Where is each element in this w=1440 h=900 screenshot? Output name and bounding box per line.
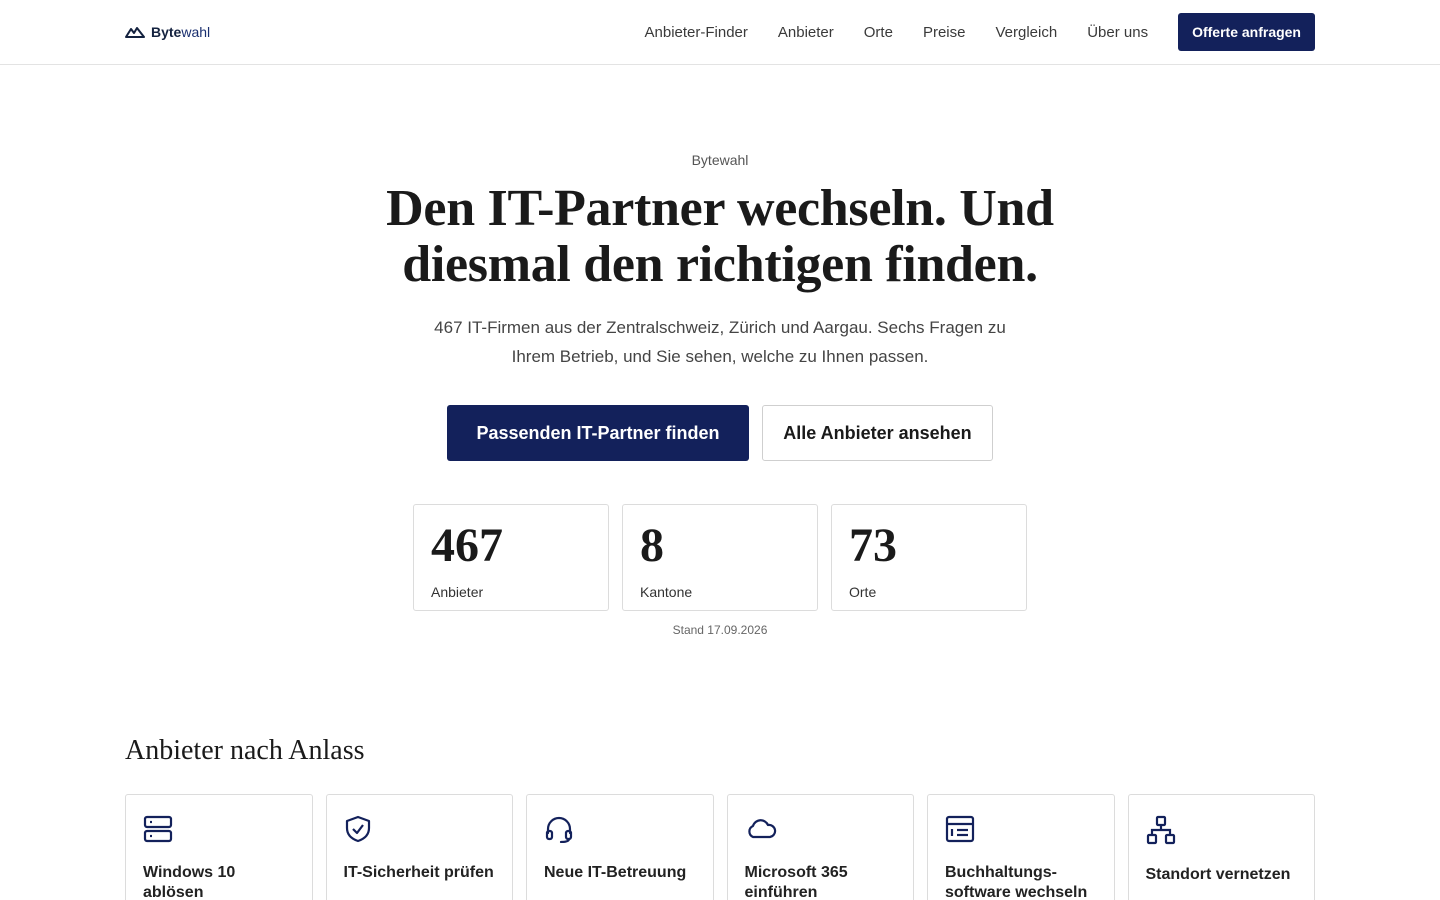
logo-text: Byte bbox=[151, 24, 182, 40]
section-title: Anbieter nach Anlass bbox=[125, 735, 365, 766]
stat-card: 467 Anbieter bbox=[413, 504, 609, 611]
logo[interactable]: Bytewahl bbox=[125, 24, 210, 40]
card-title: Standort vernetzen bbox=[1145, 866, 1291, 883]
hero-title: Den IT-Partner wechseln. Und diesmal den… bbox=[386, 180, 1054, 293]
card-title: Buchhaltungs-software wechseln bbox=[945, 864, 1088, 900]
shield-check-icon bbox=[345, 815, 370, 843]
card-title: Windows 10 ablösen bbox=[143, 864, 236, 900]
nav-vergleich[interactable]: Vergleich bbox=[995, 24, 1057, 41]
offerte-anfragen-button[interactable]: Offerte anfragen bbox=[1178, 13, 1315, 51]
stat-label: Orte bbox=[849, 584, 877, 600]
card-title: Microsoft 365 einführen bbox=[744, 864, 848, 900]
card-accounting-software[interactable]: Buchhaltungs-software wechseln bbox=[927, 794, 1115, 900]
cloud-icon bbox=[747, 819, 776, 839]
hero-eyebrow: Bytewahl bbox=[691, 152, 749, 168]
hero: Bytewahl Den IT-Partner wechseln. Und di… bbox=[0, 65, 1440, 637]
all-providers-button[interactable]: Alle Anbieter ansehen bbox=[762, 405, 993, 461]
site-header: Bytewahl Anbieter-Finder Anbieter Orte P… bbox=[0, 0, 1440, 65]
server-icon bbox=[143, 815, 173, 843]
stat-label: Anbieter bbox=[431, 584, 484, 600]
card-title: IT-Sicherheit prüfen bbox=[343, 864, 494, 881]
headset-icon bbox=[545, 816, 573, 843]
nav-orte[interactable]: Orte bbox=[864, 24, 893, 41]
stat-value: 467 bbox=[431, 519, 503, 572]
logo-mountain-icon bbox=[125, 27, 145, 38]
occasion-section: Anbieter nach Anlass Windows 10 ablösen … bbox=[0, 735, 1440, 900]
stats-date: Stand 17.09.2026 bbox=[672, 623, 768, 637]
card-microsoft-365[interactable]: Microsoft 365 einführen bbox=[726, 794, 914, 900]
occasion-cards: Windows 10 ablösen IT-Sicherheit prüfen … bbox=[125, 794, 1315, 900]
stat-value: 8 bbox=[640, 519, 664, 572]
stat-value: 73 bbox=[849, 519, 897, 572]
card-network-site[interactable]: Standort vernetzen bbox=[1127, 794, 1315, 900]
card-it-security[interactable]: IT-Sicherheit prüfen bbox=[325, 794, 513, 900]
nav-preise[interactable]: Preise bbox=[923, 24, 966, 41]
nav-ueber-uns[interactable]: Über uns bbox=[1087, 24, 1148, 41]
logo-accent-text: wahl bbox=[181, 24, 211, 40]
hero-buttons: Passenden IT-Partner finden Alle Anbiete… bbox=[0, 405, 1440, 461]
card-windows-10[interactable]: Windows 10 ablösen bbox=[125, 794, 313, 900]
stats: 467 Anbieter 8 Kantone 73 Orte bbox=[0, 504, 1440, 611]
hero-lead: 467 IT-Firmen aus der Zentralschweiz, Zü… bbox=[434, 318, 1006, 366]
network-icon bbox=[1146, 815, 1175, 845]
card-new-it-support[interactable]: Neue IT-Betreuung bbox=[526, 794, 714, 900]
stat-card: 8 Kantone bbox=[622, 504, 818, 611]
find-partner-button[interactable]: Passenden IT-Partner finden bbox=[447, 405, 749, 461]
main-nav: Anbieter-Finder Anbieter Orte Preise Ver… bbox=[645, 13, 1315, 51]
document-layout-icon bbox=[945, 815, 975, 843]
stat-card: 73 Orte bbox=[831, 504, 1027, 611]
nav-anbieter[interactable]: Anbieter bbox=[778, 24, 834, 41]
nav-anbieter-finder[interactable]: Anbieter-Finder bbox=[645, 24, 748, 41]
stat-label: Kantone bbox=[640, 584, 693, 600]
card-title: Neue IT-Betreuung bbox=[544, 864, 687, 881]
